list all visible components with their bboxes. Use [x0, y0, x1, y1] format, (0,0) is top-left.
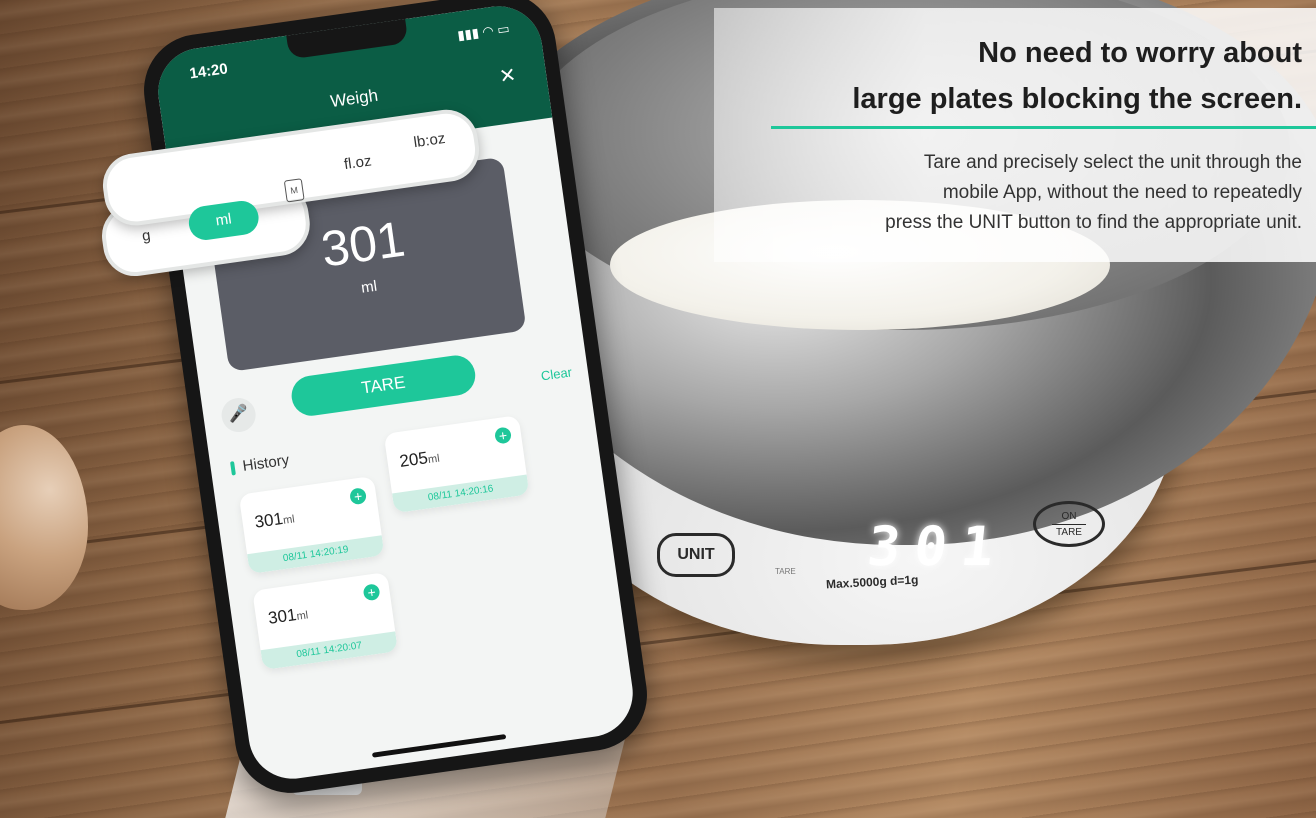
tare-button[interactable]: TARE	[289, 352, 478, 419]
body-line-2: mobile App, without the need to repeated…	[942, 182, 1302, 203]
product-photo: UNIT ON TARE TARE 301 Max.5000g d=1g No …	[0, 0, 1316, 818]
history-card[interactable]: 301ml + 08/11 14:20:07	[252, 571, 399, 671]
history-card[interactable]: 205ml + 08/11 14:20:16	[383, 415, 530, 514]
scale-display: 301	[864, 515, 1011, 578]
history-value: 205ml	[398, 448, 441, 472]
milk-bottle-icon[interactable]: M	[283, 178, 305, 203]
close-icon[interactable]: ✕	[498, 62, 518, 89]
headline-line-1: No need to worry about	[978, 37, 1302, 69]
add-icon[interactable]: +	[349, 487, 368, 506]
history-label: History	[241, 451, 291, 475]
history-value: 301ml	[266, 605, 309, 628]
scale-tare-indicator: TARE	[775, 567, 796, 576]
add-icon[interactable]: +	[493, 426, 513, 445]
signal-icon: ▮▮▮	[456, 24, 480, 43]
divider	[1052, 523, 1086, 525]
history-heading: History	[229, 451, 291, 477]
body-line-1: Tare and precisely select the unit throu…	[923, 152, 1302, 173]
history-card[interactable]: 301ml + 08/11 14:20:19	[238, 475, 385, 575]
history-timestamp: 08/11 14:20:07	[260, 631, 399, 671]
history-timestamp: 08/11 14:20:19	[247, 535, 385, 575]
battery-icon: ▭	[496, 20, 511, 38]
body-line-3: press the UNIT button to find the approp…	[885, 212, 1302, 233]
scale-on-tare-button[interactable]: ON TARE	[1033, 501, 1105, 547]
accent-divider	[771, 126, 1316, 129]
wifi-icon: ◠	[481, 22, 495, 40]
scale-unit-button[interactable]: UNIT	[657, 533, 735, 577]
headline-line-2: large plates blocking the screen.	[852, 83, 1302, 115]
headline: No need to worry about large plates bloc…	[852, 30, 1302, 122]
microphone-icon[interactable]: 🎤	[219, 395, 258, 435]
add-icon[interactable]: +	[362, 583, 381, 602]
status-time: 14:20	[188, 60, 229, 83]
history-marker	[229, 460, 236, 476]
tare-label: TARE	[1056, 526, 1082, 538]
body-copy: Tare and precisely select the unit throu…	[885, 148, 1302, 238]
history-timestamp: 08/11 14:20:16	[392, 474, 530, 514]
clear-history-link[interactable]: Clear	[540, 364, 573, 383]
history-value: 301ml	[253, 509, 296, 532]
status-icons: ▮▮▮ ◠ ▭	[457, 21, 511, 44]
on-label: ON	[1061, 510, 1077, 522]
